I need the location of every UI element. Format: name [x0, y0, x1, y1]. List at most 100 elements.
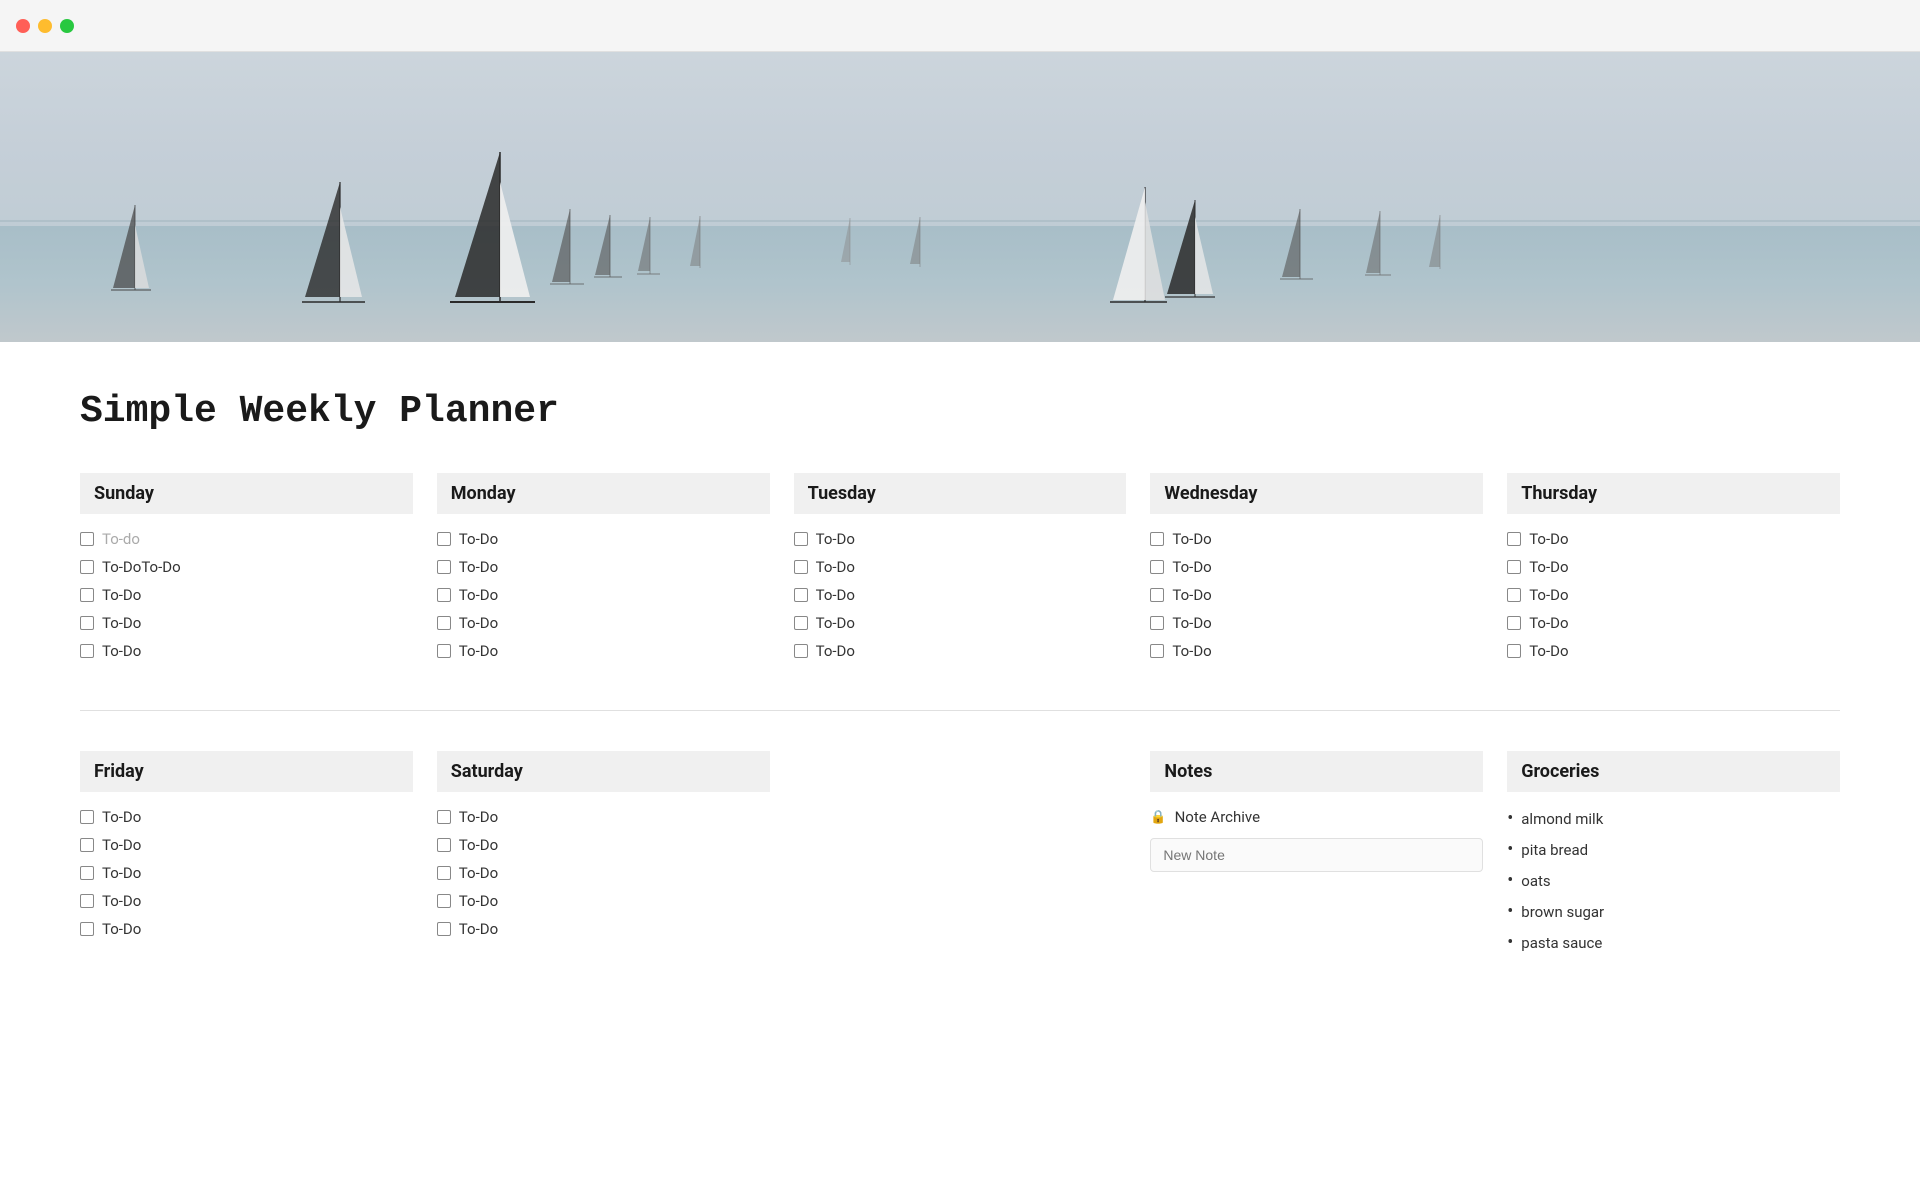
day-column-thursday: ThursdayTo-DoTo-DoTo-DoTo-DoTo-Do — [1507, 473, 1840, 670]
checkbox[interactable] — [80, 588, 94, 602]
new-note-input[interactable] — [1150, 838, 1483, 872]
close-button[interactable] — [16, 19, 30, 33]
checkbox[interactable] — [437, 922, 451, 936]
todo-item[interactable]: To-Do — [437, 614, 770, 632]
checkbox[interactable] — [437, 532, 451, 546]
todo-item[interactable]: To-Do — [794, 614, 1127, 632]
todo-label: To-Do — [1529, 614, 1568, 632]
checkbox[interactable] — [80, 616, 94, 630]
weekday-grid: SundayTo-doTo-DoTo-DoTo-DoTo-DoTo-DoMond… — [80, 473, 1840, 711]
todo-item[interactable]: To-Do — [437, 642, 770, 660]
checkbox[interactable] — [794, 616, 808, 630]
todo-item[interactable]: To-Do — [1507, 642, 1840, 660]
todo-label: To-Do — [459, 864, 498, 882]
todo-item[interactable]: To-Do — [1150, 614, 1483, 632]
todo-label: To-Do — [459, 892, 498, 910]
todo-item[interactable]: To-Do — [80, 836, 413, 854]
todo-item[interactable]: To-Do — [80, 808, 413, 826]
checkbox[interactable] — [80, 810, 94, 824]
checkbox[interactable] — [80, 866, 94, 880]
todo-item[interactable]: To-Do — [437, 864, 770, 882]
todo-item[interactable]: To-Do — [1150, 558, 1483, 576]
checkbox[interactable] — [1150, 588, 1164, 602]
checkbox[interactable] — [80, 532, 94, 546]
checkbox[interactable] — [1150, 560, 1164, 574]
todo-item[interactable]: To-DoTo-Do — [80, 558, 413, 576]
checkbox[interactable] — [80, 644, 94, 658]
checkbox[interactable] — [437, 644, 451, 658]
main-content: Simple Weekly Planner SundayTo-doTo-DoTo… — [0, 342, 1920, 1011]
maximize-button[interactable] — [60, 19, 74, 33]
todo-item[interactable]: To-Do — [794, 586, 1127, 604]
todo-label: To-Do — [1529, 558, 1568, 576]
todo-item[interactable]: To-Do — [1150, 586, 1483, 604]
todo-item[interactable]: To-Do — [437, 530, 770, 548]
todo-item[interactable]: To-do — [80, 530, 413, 548]
todo-item[interactable]: To-Do — [437, 892, 770, 910]
checkbox[interactable] — [1507, 588, 1521, 602]
checkbox[interactable] — [1507, 560, 1521, 574]
checkbox[interactable] — [794, 644, 808, 658]
groceries-list: •almond milk•pita bread•oats•brown sugar… — [1507, 808, 1840, 953]
todo-item[interactable]: To-Do — [794, 530, 1127, 548]
todo-label: To-Do — [102, 642, 141, 660]
checkbox[interactable] — [437, 810, 451, 824]
checkbox[interactable] — [80, 922, 94, 936]
checkbox[interactable] — [794, 560, 808, 574]
checkbox[interactable] — [437, 838, 451, 852]
todo-item[interactable]: To-Do — [794, 558, 1127, 576]
checkbox[interactable] — [1150, 644, 1164, 658]
checkbox[interactable] — [1507, 644, 1521, 658]
day-column-tuesday: Tuesday To-Do To-Do To-Do To-Do To-Do — [794, 473, 1127, 670]
todo-item[interactable]: To-Do — [80, 892, 413, 910]
checkbox[interactable] — [437, 894, 451, 908]
todo-item[interactable]: To-Do — [1507, 586, 1840, 604]
todo-item[interactable]: To-Do — [80, 586, 413, 604]
grocery-item: •pasta sauce — [1507, 932, 1840, 953]
note-archive-label: Note Archive — [1175, 808, 1260, 826]
grocery-item: •pita bread — [1507, 839, 1840, 860]
checkbox[interactable] — [1150, 532, 1164, 546]
day-header-tuesday: Tuesday — [794, 473, 1127, 514]
bullet-icon: • — [1507, 901, 1513, 922]
todo-item[interactable]: To-Do — [1150, 530, 1483, 548]
checkbox[interactable] — [1507, 616, 1521, 630]
checkbox[interactable] — [437, 560, 451, 574]
todo-label: To-Do — [1172, 586, 1211, 604]
todo-item[interactable]: To-Do — [437, 836, 770, 854]
todo-label: To-Do — [816, 558, 855, 576]
checkbox[interactable] — [794, 532, 808, 546]
todo-label: To-Do — [102, 892, 141, 910]
checkbox[interactable] — [794, 588, 808, 602]
todo-item[interactable]: To-Do — [1507, 530, 1840, 548]
checkbox[interactable] — [1150, 616, 1164, 630]
day-header-sunday: Sunday — [80, 473, 413, 514]
todo-item[interactable]: To-Do — [794, 642, 1127, 660]
todo-item[interactable]: To-Do — [1150, 642, 1483, 660]
day-column-monday: MondayTo-DoTo-DoTo-DoTo-DoTo-Do — [437, 473, 770, 670]
todo-item[interactable]: To-Do — [437, 808, 770, 826]
todo-item[interactable]: To-Do — [80, 614, 413, 632]
checkbox[interactable] — [80, 560, 94, 574]
todo-item[interactable]: To-Do — [437, 558, 770, 576]
checkbox[interactable] — [437, 866, 451, 880]
todo-item[interactable]: To-Do — [1507, 558, 1840, 576]
todo-item[interactable]: To-Do — [437, 920, 770, 938]
todo-label: To-Do — [816, 530, 855, 548]
todo-label: To-Do — [102, 920, 141, 938]
todo-item[interactable]: To-Do — [80, 864, 413, 882]
minimize-button[interactable] — [38, 19, 52, 33]
todo-item[interactable]: To-Do — [80, 642, 413, 660]
checkbox[interactable] — [80, 838, 94, 852]
todo-label: To-Do — [1529, 642, 1568, 660]
checkbox[interactable] — [437, 616, 451, 630]
grocery-label: pasta sauce — [1521, 934, 1602, 952]
checkbox[interactable] — [80, 894, 94, 908]
note-archive-item[interactable]: 🔒 Note Archive — [1150, 808, 1483, 826]
todo-label: To-Do — [102, 808, 141, 826]
todo-item[interactable]: To-Do — [80, 920, 413, 938]
checkbox[interactable] — [437, 588, 451, 602]
todo-item[interactable]: To-Do — [1507, 614, 1840, 632]
todo-item[interactable]: To-Do — [437, 586, 770, 604]
checkbox[interactable] — [1507, 532, 1521, 546]
